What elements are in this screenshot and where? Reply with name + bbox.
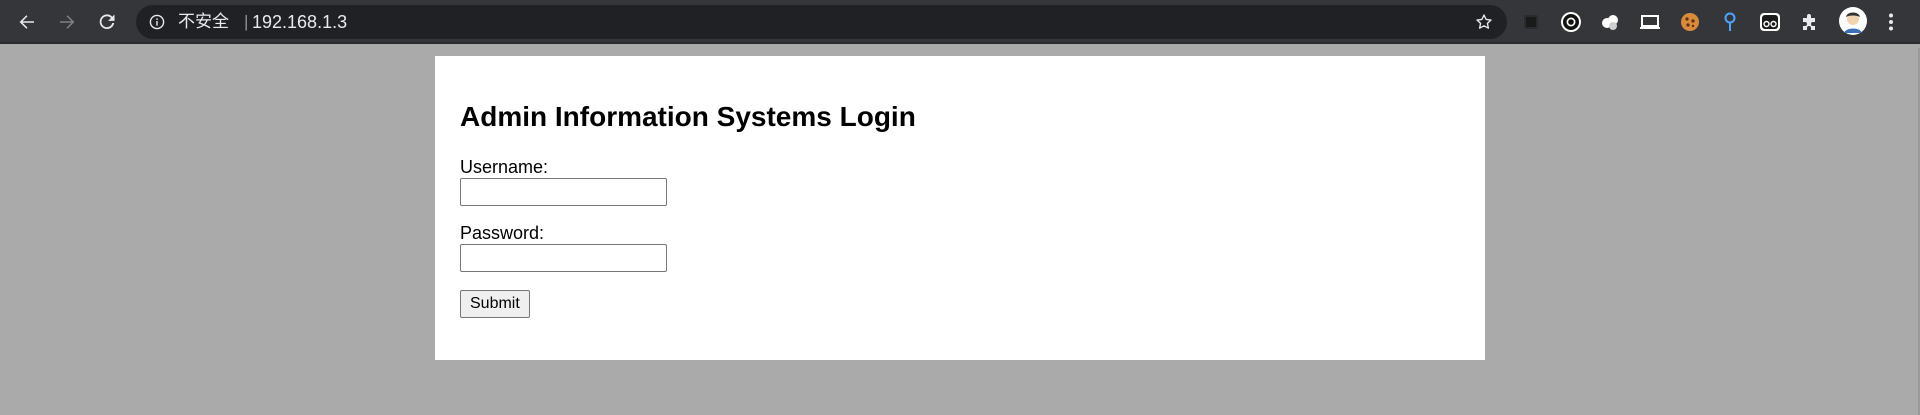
- ext-dark-square-icon[interactable]: [1518, 9, 1544, 35]
- menu-icon[interactable]: [1878, 9, 1904, 35]
- ext-laptop-icon[interactable]: [1637, 9, 1663, 35]
- forward-button[interactable]: [52, 7, 82, 37]
- browser-toolbar: 不安全 | 192.168.1.3: [0, 0, 1920, 44]
- username-input[interactable]: [460, 178, 667, 206]
- url-text[interactable]: 192.168.1.3: [252, 5, 347, 39]
- arrow-right-icon: [60, 15, 75, 29]
- back-button[interactable]: [12, 7, 42, 37]
- ext-puzzle-icon[interactable]: [1797, 9, 1823, 35]
- submit-button[interactable]: Submit: [460, 290, 530, 318]
- login-card: Admin Information Systems Login Username…: [435, 56, 1485, 360]
- arrow-left-icon: [19, 15, 34, 29]
- url-separator: |: [244, 12, 249, 31]
- page-title: Admin Information Systems Login: [460, 101, 916, 132]
- ext-cookie-icon[interactable]: [1677, 9, 1703, 35]
- username-label: Username:: [460, 157, 549, 177]
- ext-cloud-icon[interactable]: [1597, 9, 1623, 35]
- star-icon[interactable]: [1475, 13, 1493, 31]
- address-bar[interactable]: 不安全 | 192.168.1.3: [136, 5, 1507, 39]
- password-input[interactable]: [460, 244, 667, 272]
- ext-glasses-icon[interactable]: [1757, 9, 1783, 35]
- password-label: Password:: [460, 223, 545, 243]
- security-status[interactable]: 不安全: [178, 5, 229, 39]
- info-icon[interactable]: [149, 14, 165, 30]
- reload-button[interactable]: [92, 7, 122, 37]
- ext-pin-icon[interactable]: [1717, 9, 1743, 35]
- ext-black-circle-icon[interactable]: [1558, 9, 1584, 35]
- profile-avatar[interactable]: [1838, 6, 1868, 36]
- reload-icon: [99, 14, 115, 30]
